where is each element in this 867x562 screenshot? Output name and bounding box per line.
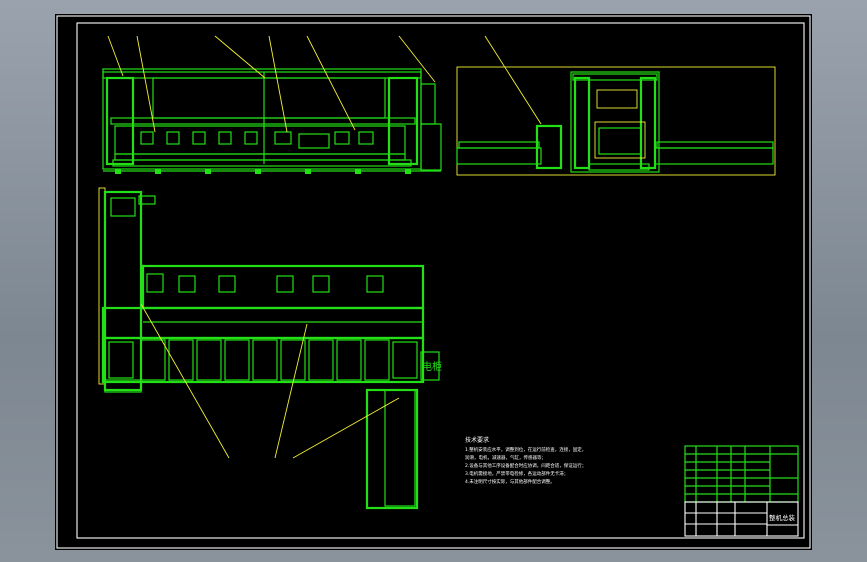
notes-line: 4.未注明尺寸按实际，与其他部件配合调整。 (465, 478, 555, 485)
technical-notes: 技术要求 1.整机安装应水平，调整到位，在运行前检查，连接，固定， 润滑，电机，… (465, 436, 586, 485)
inner-frame (76, 22, 805, 539)
title-block: 整机总装 (684, 445, 799, 537)
side-elevation-view (456, 35, 776, 176)
plan-view: 电柜 (98, 187, 442, 510)
front-elevation-view (102, 35, 442, 174)
cabinet-label: 电柜 (422, 360, 442, 373)
outer-frame (56, 15, 811, 549)
drawing-title: 整机总装 (769, 513, 796, 522)
drawing-viewport[interactable]: 电柜 技术要求 1.整机安装应水平，调整到位，在运行前检查，连接，固定， 润滑，… (55, 14, 812, 550)
notes-line: 2.设备与其他工序设备配合时应协调，间距合适，保证运行； (465, 462, 586, 469)
notes-line: 3.电机需接地，严禁带电检修，各运动部件无卡滞； (465, 470, 568, 477)
notes-line: 润滑，电机，减速器，气缸，传感器等； (465, 454, 546, 461)
notes-line: 1.整机安装应水平，调整到位，在运行前检查，连接，固定， (465, 446, 586, 453)
notes-title: 技术要求 (465, 436, 489, 444)
